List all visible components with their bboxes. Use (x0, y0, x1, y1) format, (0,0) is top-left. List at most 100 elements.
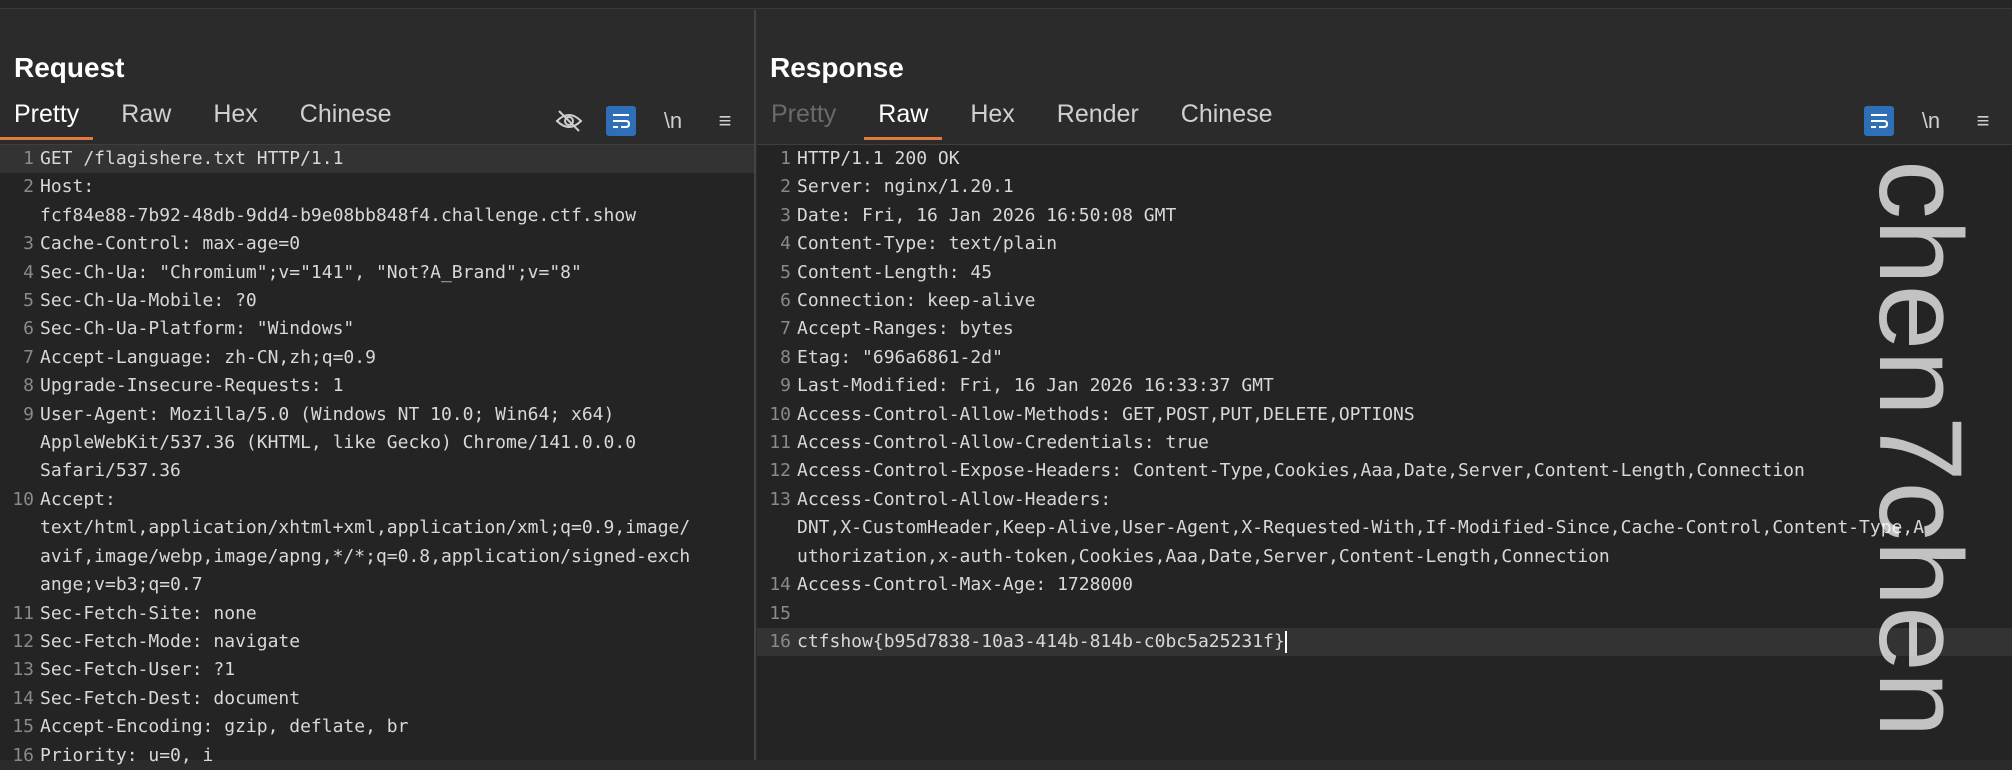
code-line: 16 Priority: u=0, i (0, 742, 754, 770)
request-tab-hex[interactable]: Hex (199, 100, 271, 140)
code-text: HTTP/1.1 200 OK (797, 148, 960, 169)
line-number: 1 (780, 148, 791, 169)
line-number: 6 (23, 318, 34, 340)
code-line: 11 Access-Control-Allow-Credentials: true (757, 429, 2012, 457)
line-number: 3 (23, 233, 34, 255)
code-text: Accept: (40, 488, 116, 510)
newline-icon[interactable]: \n (1916, 106, 1946, 136)
code-line: DNT,X-CustomHeader,Keep-Alive,User-Agent… (757, 514, 2012, 542)
wrap-icon[interactable] (606, 106, 636, 136)
line-number: 14 (12, 687, 34, 709)
request-pane: Request Pretty Raw Hex Chinese \n ≡ 1 GET… (0, 10, 756, 766)
code-line: 9 Last-Modified: Fri, 16 Jan 2026 16:33:3… (757, 372, 2012, 400)
line-number: 9 (780, 375, 791, 397)
line-number (757, 543, 797, 571)
request-tab-chinese[interactable]: Chinese (286, 100, 406, 140)
code-line: 6 Sec-Ch-Ua-Platform: "Windows" (0, 315, 754, 343)
code-text: fcf84e88-7b92-48db-9dd4-b9e08bb848f4.cha… (40, 204, 637, 226)
code-line: 4 Sec-Ch-Ua: "Chromium";v="141", "Not?A_B… (0, 259, 754, 287)
response-tabs: Pretty Raw Hex Render Chinese (757, 96, 1301, 140)
line-number (757, 514, 797, 542)
code-text: DNT,X-CustomHeader,Keep-Alive,User-Agent… (797, 517, 1925, 539)
response-tab-render[interactable]: Render (1043, 100, 1153, 140)
line-number (0, 543, 40, 571)
code-line: 15 Accept-Encoding: gzip, deflate, br (0, 713, 754, 741)
eye-off-icon[interactable] (554, 106, 584, 136)
menu-icon[interactable]: ≡ (710, 106, 740, 136)
line-number: 15 (12, 716, 34, 738)
response-pane: Response Pretty Raw Hex Render Chinese \… (757, 10, 2012, 760)
code-line: uthorization,x-auth-token,Cookies,Aaa,Da… (757, 543, 2012, 571)
code-line: 8 Upgrade-Insecure-Requests: 1 (0, 372, 754, 400)
code-text: Accept-Encoding: gzip, deflate, br (40, 716, 409, 738)
line-number: 4 (23, 261, 34, 283)
code-line: AppleWebKit/537.36 (KHTML, like Gecko) C… (0, 429, 754, 457)
code-text: ange;v=b3;q=0.7 (40, 574, 203, 596)
newline-icon[interactable]: \n (658, 106, 688, 136)
line-number: 9 (23, 403, 34, 425)
code-text: Safari/537.36 (40, 460, 181, 482)
code-text: Sec-Ch-Ua-Mobile: ?0 (40, 290, 257, 312)
request-tab-pretty[interactable]: Pretty (0, 100, 94, 140)
code-text: Access-Control-Expose-Headers: Content-T… (797, 460, 1805, 482)
watermark-text: chen7chen (1854, 160, 1986, 737)
code-text: Last-Modified: Fri, 16 Jan 2026 16:33:37… (797, 375, 1274, 397)
line-number (0, 514, 40, 542)
line-number: 12 (12, 630, 34, 652)
response-tab-chinese[interactable]: Chinese (1167, 100, 1287, 140)
line-number: 6 (780, 290, 791, 312)
line-number (0, 457, 40, 485)
code-text: Accept-Language: zh-CN,zh;q=0.9 (40, 346, 376, 368)
code-line: 1 GET /flagishere.txt HTTP/1.1 (0, 145, 754, 174)
line-number (0, 571, 40, 599)
code-line: 14 Access-Control-Max-Age: 1728000 (757, 571, 2012, 599)
request-editor[interactable]: 1 GET /flagishere.txt HTTP/1.1 2 Host: fcf84… (0, 144, 754, 766)
menu-icon[interactable]: ≡ (1968, 106, 1998, 136)
line-number: 16 (12, 744, 34, 766)
code-line: 2 Server: nginx/1.20.1 (757, 173, 2012, 201)
line-number: 16 (769, 630, 791, 652)
line-number: 5 (780, 261, 791, 283)
code-line: 10 Accept: (0, 486, 754, 514)
request-title: Request (14, 52, 125, 83)
code-line: 10 Access-Control-Allow-Methods: GET,POST… (757, 401, 2012, 429)
line-number: 2 (780, 176, 791, 198)
code-line: text/html,application/xhtml+xml,applicat… (0, 514, 754, 542)
request-toolbar: \n ≡ (554, 106, 740, 136)
wrap-icon[interactable] (1864, 106, 1894, 136)
response-tab-raw[interactable]: Raw (864, 100, 943, 140)
code-text: Content-Type: text/plain (797, 233, 1058, 255)
code-text: Sec-Fetch-Mode: navigate (40, 630, 301, 652)
response-toolbar: \n ≡ (1864, 106, 1998, 136)
response-tab-hex[interactable]: Hex (956, 100, 1028, 140)
line-number: 7 (23, 346, 34, 368)
code-text: ctfshow{b95d7838-10a3-414b-814b-c0bc5a25… (797, 630, 1287, 653)
line-number: 15 (769, 602, 791, 624)
line-number: 8 (23, 375, 34, 397)
code-text: Accept-Ranges: bytes (797, 318, 1014, 340)
code-line: 7 Accept-Ranges: bytes (757, 315, 2012, 343)
code-line: 14 Sec-Fetch-Dest: document (0, 685, 754, 713)
response-editor[interactable]: 1 HTTP/1.1 200 OK 2 Server: nginx/1.20.1 3 Da… (757, 144, 2012, 760)
code-line: avif,image/webp,image/apng,*/*;q=0.8,app… (0, 543, 754, 571)
code-text: Sec-Ch-Ua-Platform: "Windows" (40, 318, 355, 340)
code-text: Priority: u=0, i (40, 744, 214, 766)
code-line: 5 Sec-Ch-Ua-Mobile: ?0 (0, 287, 754, 315)
line-number: 4 (780, 233, 791, 255)
code-line: fcf84e88-7b92-48db-9dd4-b9e08bb848f4.cha… (0, 202, 754, 230)
code-text: User-Agent: Mozilla/5.0 (Windows NT 10.0… (40, 403, 615, 425)
code-text: Sec-Fetch-User: ?1 (40, 659, 236, 681)
code-text: avif,image/webp,image/apng,*/*;q=0.8,app… (40, 545, 691, 567)
code-text: Access-Control-Allow-Methods: GET,POST,P… (797, 403, 1415, 425)
code-text: Sec-Fetch-Dest: document (40, 687, 301, 709)
code-line: 8 Etag: "696a6861-2d" (757, 344, 2012, 372)
code-text: AppleWebKit/537.36 (KHTML, like Gecko) C… (40, 432, 637, 454)
code-line: 5 Content-Length: 45 (757, 259, 2012, 287)
line-number: 10 (12, 488, 34, 510)
request-tab-raw[interactable]: Raw (107, 100, 185, 140)
line-number: 2 (23, 176, 34, 198)
code-text: Server: nginx/1.20.1 (797, 176, 1014, 198)
code-text: Access-Control-Allow-Credentials: true (797, 432, 1209, 454)
code-text: Sec-Ch-Ua: "Chromium";v="141", "Not?A_Br… (40, 261, 582, 283)
